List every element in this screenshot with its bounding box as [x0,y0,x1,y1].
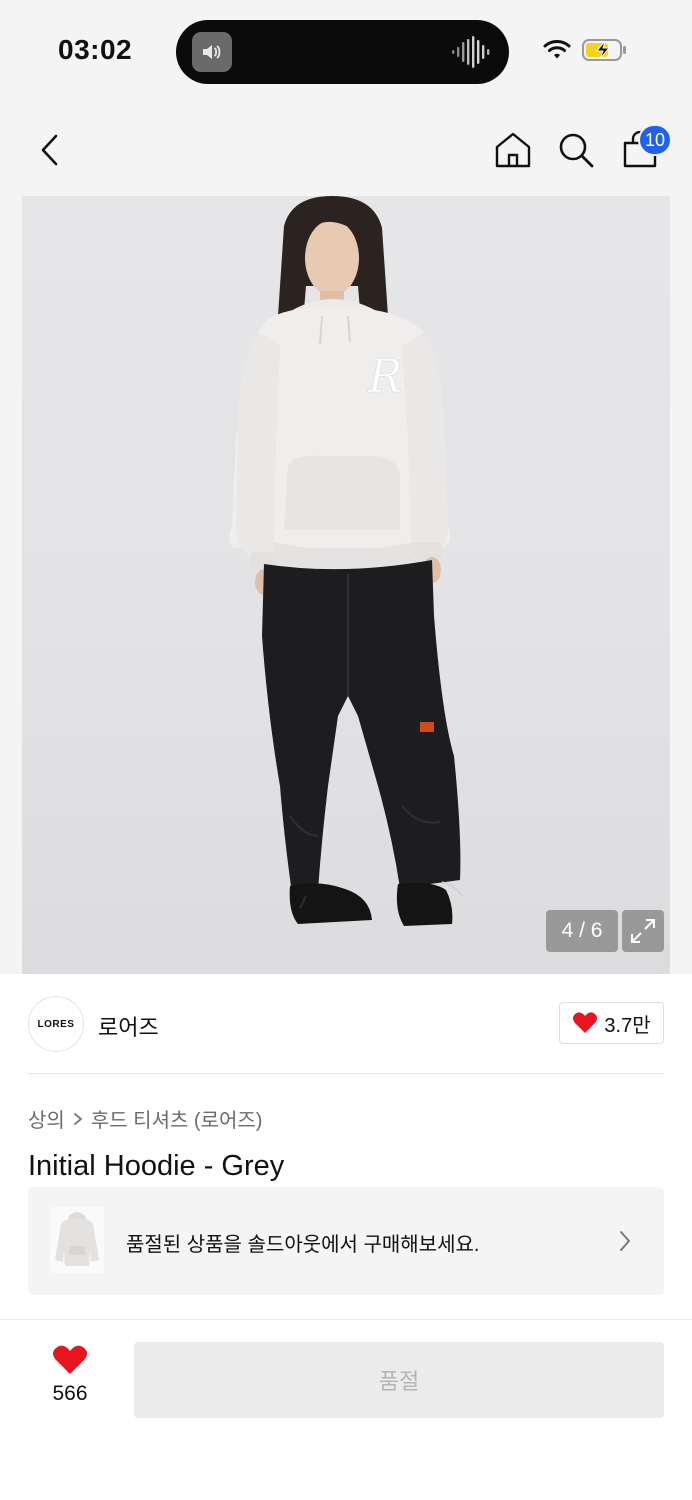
soldout-banner[interactable]: 품절된 상품을 솔드아웃에서 구매해보세요. [28,1187,664,1295]
audio-wave-icon [451,36,491,73]
expand-icon [631,919,655,943]
status-time: 03:02 [58,34,133,65]
purchase-button-disabled[interactable]: 품절 [134,1342,664,1418]
brand-logo-text: LORES [37,1018,75,1030]
breadcrumb: 상의 후드 티셔츠 (로어즈) [28,1104,262,1133]
wishlist-button[interactable]: 566 [36,1344,104,1414]
fullscreen-button[interactable] [622,910,664,952]
product-thumbnail [50,1207,104,1273]
top-navigation [0,104,692,196]
brand-like-count: 3.7만 [604,1014,651,1037]
brand-logo[interactable]: LORES [28,996,84,1052]
wifi-icon [543,38,571,65]
wishlist-count: 566 [52,1382,88,1405]
soldout-banner-text: 품절된 상품을 솔드아웃에서 구매해보세요. [126,1234,480,1256]
breadcrumb-item-subcategory[interactable]: 후드 티셔츠 (로어즈) [91,1104,263,1133]
search-icon [559,133,594,168]
heart-filled-icon [53,1345,87,1374]
cart-count-badge: 10 [638,124,673,156]
speaker-icon [192,32,232,72]
chevron-left-icon [41,134,58,166]
brand-name[interactable]: 로어즈 [98,1010,159,1042]
product-image-gallery[interactable]: R 4 / 6 [0,196,692,974]
image-counter: 4 / 6 [546,910,618,952]
chevron-right-icon [618,1229,632,1258]
back-button[interactable] [28,126,72,174]
search-button[interactable] [554,126,598,174]
status-bar: 03:02 [0,0,692,104]
product-title: Initial Hoodie - Grey [28,1150,285,1182]
battery-charging-icon [582,38,628,67]
brand-row[interactable]: LORES 로어즈 3.7만 [28,996,664,1052]
heart-filled-icon [573,1012,598,1033]
brand-like-button[interactable]: 3.7만 [559,1002,664,1044]
breadcrumb-item-category[interactable]: 상의 [28,1104,65,1133]
home-button[interactable] [490,126,536,174]
svg-text:R: R [367,349,403,403]
divider [28,1073,664,1074]
chevron-right-icon [73,1112,83,1125]
dynamic-island [176,20,509,84]
bottom-bar-divider [0,1319,692,1320]
home-icon [495,132,531,168]
product-photo: R [22,196,670,974]
hoodie-thumbnail-icon [55,1212,99,1266]
model-illustration: R [229,196,463,926]
